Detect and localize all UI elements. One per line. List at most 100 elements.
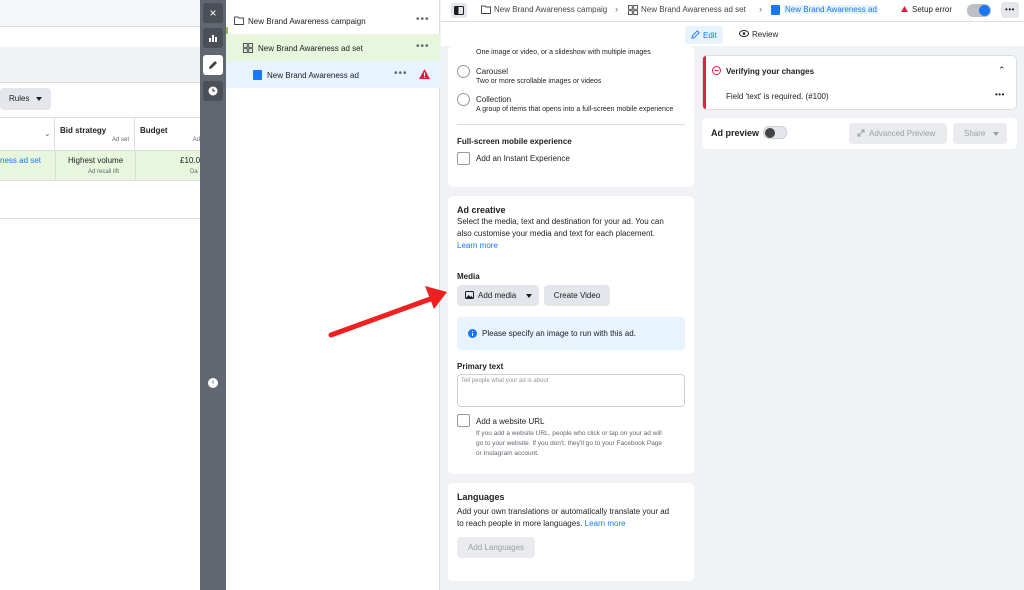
- background-toolbar: [0, 0, 200, 27]
- instant-experience-checkbox[interactable]: [457, 152, 470, 165]
- add-media-button[interactable]: Add media: [457, 285, 539, 306]
- add-media-label: Add media: [478, 291, 517, 300]
- create-video-button[interactable]: Create Video: [544, 285, 610, 306]
- verify-changes-panel: Verifying your changes ⌃ Field 'text' is…: [702, 55, 1017, 110]
- create-video-label: Create Video: [553, 291, 601, 300]
- add-languages-label: Add Languages: [467, 543, 525, 552]
- tree-item-label: New Brand Awareness campaign: [248, 17, 366, 26]
- tree-item-campaign[interactable]: New Brand Awareness campaign •••: [226, 7, 440, 34]
- more-icon[interactable]: •••: [416, 41, 430, 52]
- tree-item-adset[interactable]: New Brand Awareness ad set •••: [226, 34, 440, 61]
- sort-icon[interactable]: ⌄: [44, 129, 51, 138]
- ad-creative-description: Select the media, text and destination f…: [457, 217, 664, 226]
- close-icon[interactable]: ×: [203, 3, 223, 23]
- add-languages-button[interactable]: Add Languages: [457, 537, 535, 558]
- row-name-link[interactable]: ness ad set: [0, 156, 41, 165]
- folder-icon: [481, 5, 491, 14]
- ad-creative-title: Ad creative: [457, 205, 506, 215]
- setup-error-status[interactable]: Setup error: [912, 5, 952, 14]
- share-label: Share: [964, 129, 986, 138]
- tree-item-ad[interactable]: New Brand Awareness ad •••: [226, 61, 440, 88]
- languages-title: Languages: [457, 492, 505, 502]
- more-icon[interactable]: •••: [416, 14, 430, 25]
- carousel-title: Carousel: [476, 67, 509, 76]
- media-info-banner: Please specify an image to run with this…: [457, 317, 685, 350]
- chart-icon[interactable]: [203, 28, 223, 48]
- media-info-text: Please specify an image to run with this…: [482, 329, 636, 338]
- chevron-down-icon: [993, 132, 999, 136]
- tab-review-label: Review: [752, 30, 779, 39]
- ad-creative-card: Ad creative Select the media, text and d…: [448, 196, 694, 474]
- error-icon: [712, 66, 721, 75]
- share-button[interactable]: Share: [953, 123, 1007, 144]
- ad-preview-toggle[interactable]: [763, 126, 787, 139]
- row-budget: £10.0: [180, 156, 200, 165]
- folder-icon: [234, 16, 244, 25]
- advanced-preview-button[interactable]: Advanced Preview: [849, 123, 947, 144]
- tab-review[interactable]: Review: [733, 26, 784, 44]
- table-header: ⌄ Bid strategy Ad set Budget Ad: [0, 117, 200, 152]
- table-footer: [0, 181, 200, 219]
- rules-button[interactable]: Rules: [0, 88, 51, 110]
- toggle-panel-icon[interactable]: [451, 3, 467, 18]
- pencil-icon: [691, 30, 700, 39]
- row-bid-sub: Ad recall lift: [88, 169, 120, 175]
- learn-more-link[interactable]: Learn more: [457, 241, 498, 250]
- website-url-description: If you add a website URL, people who cli…: [476, 430, 662, 437]
- collapse-chevron-icon[interactable]: ‹: [208, 378, 218, 388]
- more-icon[interactable]: •••: [995, 90, 1005, 99]
- single-image-description: One image or video, or a slideshow with …: [476, 49, 651, 56]
- tab-edit[interactable]: Edit: [685, 26, 723, 44]
- website-url-checkbox[interactable]: [457, 414, 470, 427]
- languages-description-text: to reach people in more languages.: [457, 519, 583, 528]
- breadcrumb-ad[interactable]: New Brand Awareness ad: [784, 5, 878, 14]
- breadcrumb-adset[interactable]: New Brand Awareness ad set: [641, 5, 746, 14]
- verify-error-text[interactable]: Field 'text' is required. (#100): [726, 92, 829, 101]
- row-bid-strategy: Highest volume: [68, 156, 124, 165]
- ad-creative-description: also customise your media and text for e…: [457, 229, 655, 238]
- column-header-budget[interactable]: Budget Ad: [135, 118, 200, 152]
- chevron-up-icon[interactable]: ⌃: [998, 65, 1006, 76]
- column-header-sub: Ad: [192, 137, 200, 143]
- website-url-description: go to your website. If you don't, they'l…: [476, 440, 663, 447]
- breadcrumb-campaign[interactable]: New Brand Awareness campaig: [494, 5, 607, 14]
- annotation-arrow-icon: [328, 286, 447, 338]
- collection-title: Collection: [476, 95, 512, 104]
- ad-preview-panel: Ad preview Advanced Preview Share: [702, 118, 1017, 149]
- ad-icon: [771, 5, 780, 15]
- more-options-button[interactable]: •••: [1001, 2, 1019, 18]
- column-header-bid-strategy[interactable]: Bid strategy Ad set: [55, 118, 135, 152]
- tab-edit-label: Edit: [703, 31, 717, 40]
- editor-top-bar: New Brand Awareness campaig › New Brand …: [441, 0, 1024, 22]
- media-label: Media: [457, 272, 480, 281]
- tree-item-label: New Brand Awareness ad: [267, 71, 359, 80]
- languages-description: Add your own translations or automatical…: [457, 507, 670, 516]
- instant-experience-label: Add an Instant Experience: [476, 154, 570, 163]
- tree-item-label: New Brand Awareness ad set: [258, 44, 363, 53]
- column-header-name[interactable]: ⌄: [0, 118, 55, 152]
- column-header-sub: Ad set: [111, 137, 129, 143]
- primary-text-input[interactable]: Tell people what your ad is about: [457, 374, 685, 407]
- carousel-radio[interactable]: [457, 65, 470, 78]
- chevron-right-icon: ›: [759, 4, 762, 14]
- ad-format-card: One image or video, or a slideshow with …: [448, 46, 694, 187]
- ads-manager-background: Rules ⌄ Bid strategy Ad set Budget Ad ne…: [0, 0, 200, 590]
- primary-text-placeholder: Tell people what your ad is about: [461, 378, 549, 384]
- languages-description: to reach people in more languages. Learn…: [457, 519, 626, 528]
- chevron-down-icon: [36, 97, 42, 101]
- collection-radio[interactable]: [457, 93, 470, 106]
- languages-learn-more-link[interactable]: Learn more: [585, 519, 626, 528]
- pencil-icon[interactable]: [203, 55, 223, 75]
- eye-icon: [739, 30, 749, 37]
- primary-text-label: Primary text: [457, 362, 504, 371]
- expand-icon: [857, 129, 865, 137]
- advanced-preview-label: Advanced Preview: [869, 129, 936, 138]
- clock-icon[interactable]: [203, 81, 223, 101]
- more-icon[interactable]: •••: [394, 68, 408, 79]
- table-row[interactable]: ness ad set Highest volume Ad recall lif…: [0, 151, 200, 181]
- ad-icon: [253, 70, 262, 80]
- website-url-description: or Instagram account.: [476, 450, 539, 457]
- ad-on-off-toggle[interactable]: [967, 4, 991, 17]
- chevron-down-icon: [526, 294, 532, 298]
- column-header-label: Budget: [140, 126, 168, 135]
